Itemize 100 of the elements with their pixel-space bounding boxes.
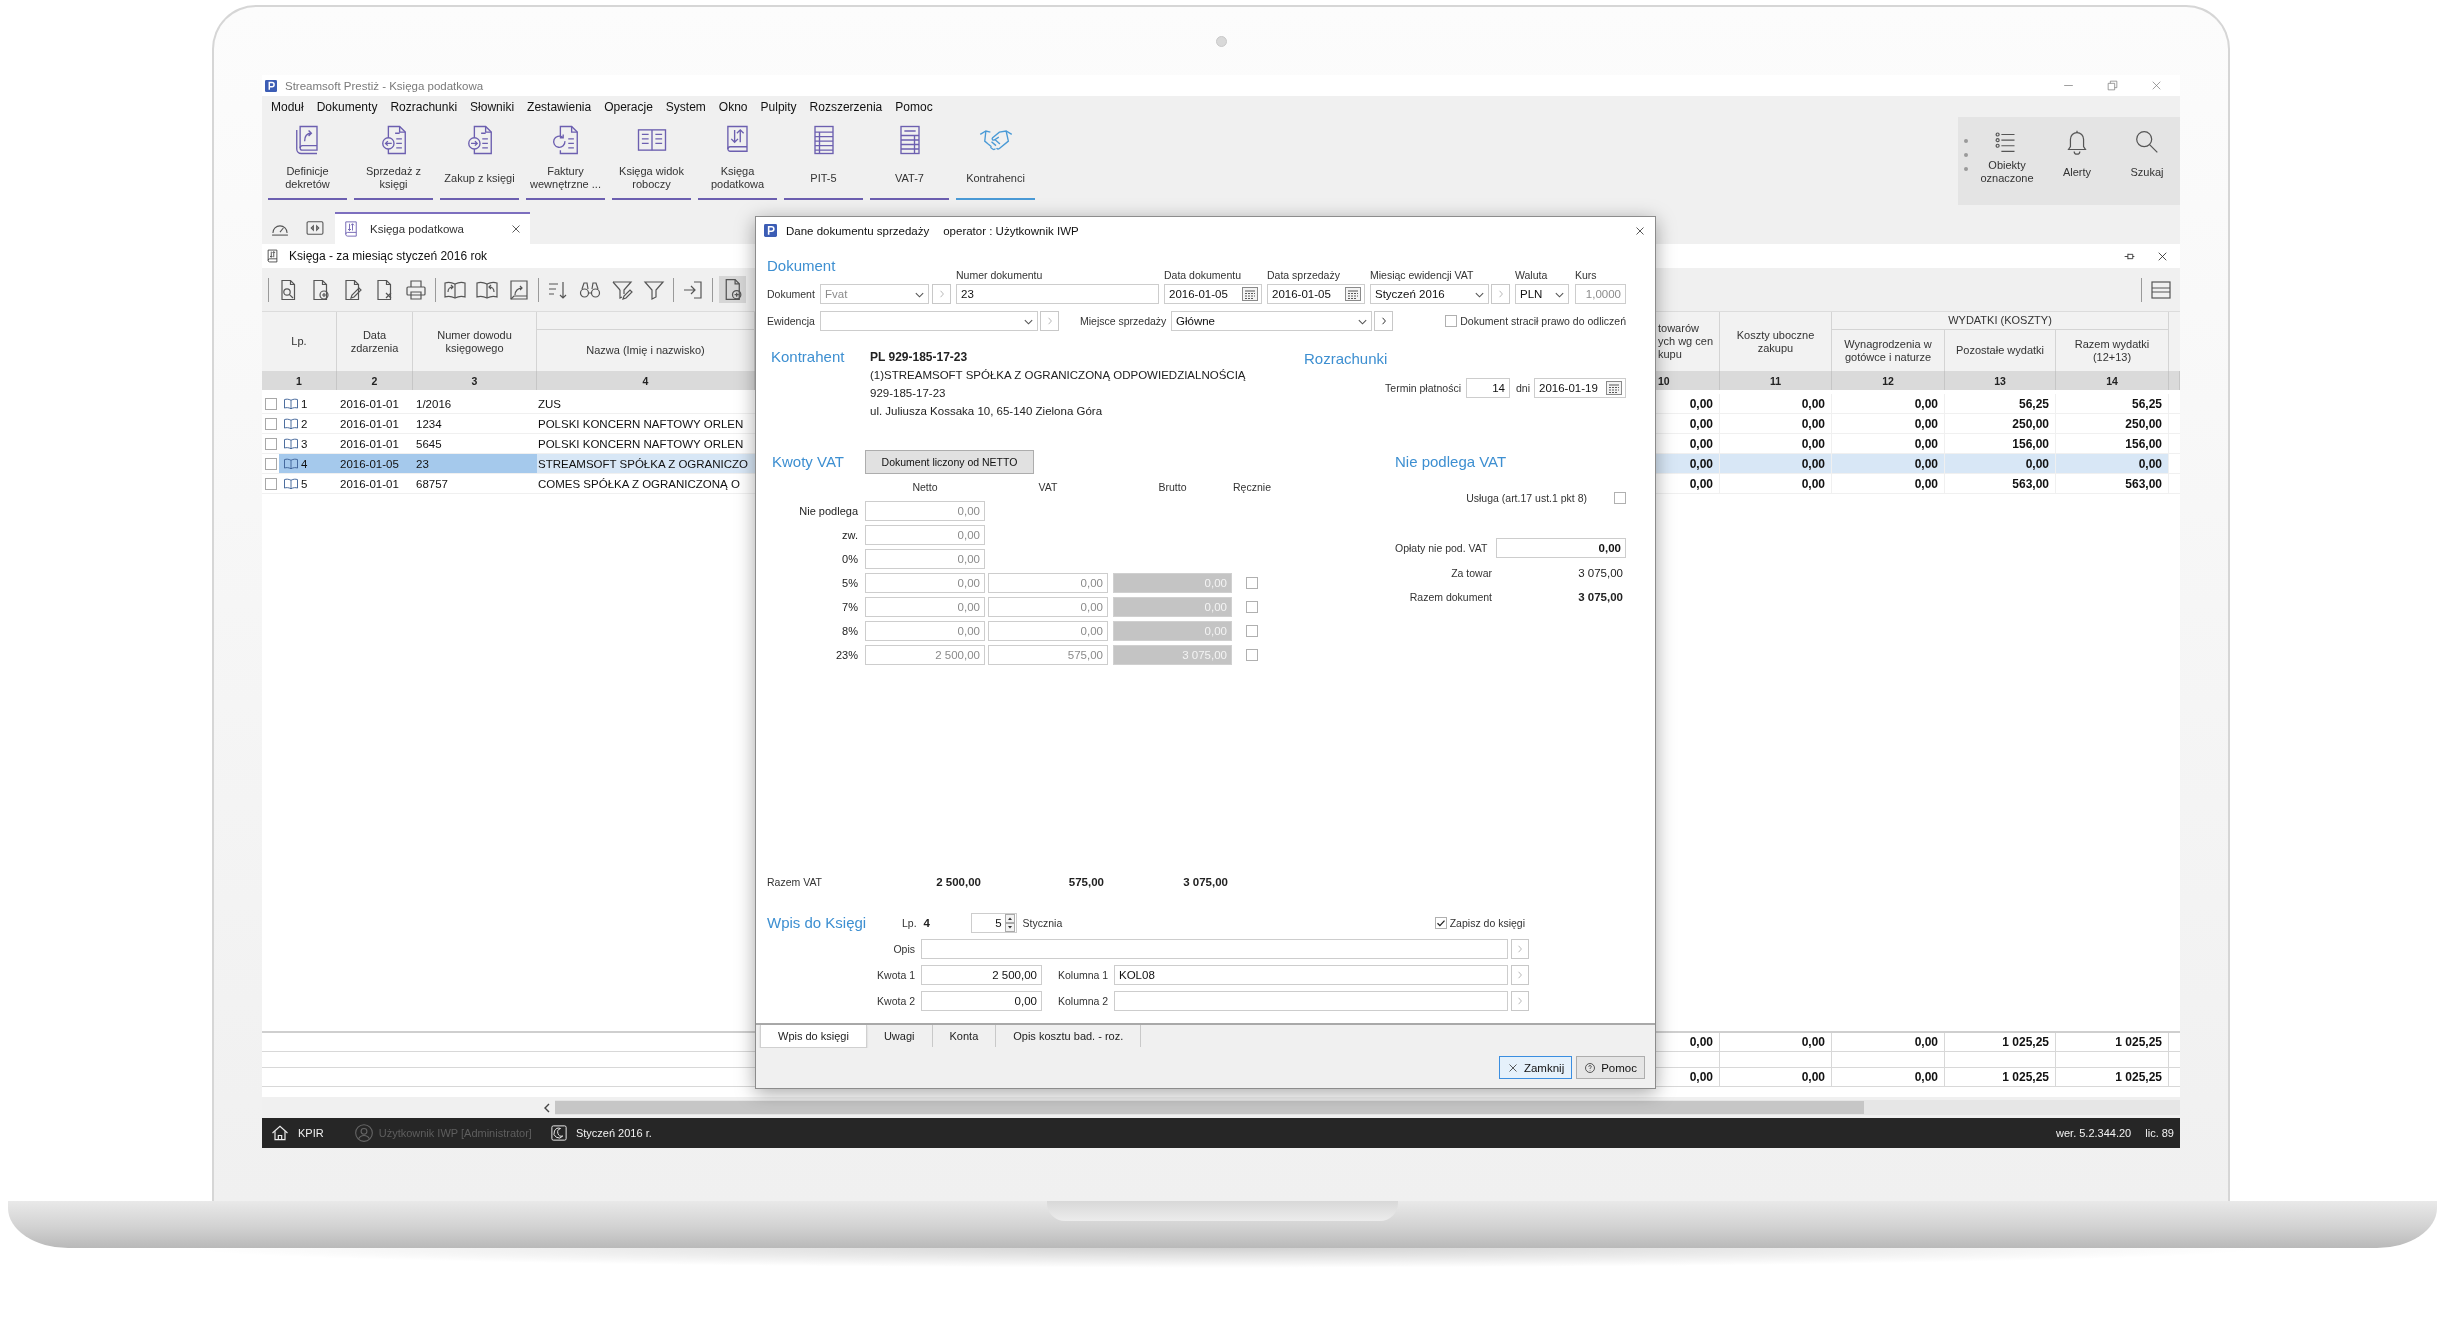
- date-field[interactable]: 2016-01-19: [1534, 378, 1626, 398]
- checkbox[interactable]: [265, 397, 277, 410]
- input-field[interactable]: KOL08: [1114, 965, 1508, 985]
- document-plus-icon[interactable]: [719, 276, 746, 303]
- menu-item[interactable]: Okno: [718, 99, 748, 114]
- table-cell[interactable]: 2016-01-01: [337, 474, 413, 494]
- checkbox[interactable]: [1246, 625, 1258, 637]
- tab[interactable]: Uwagi: [866, 1025, 933, 1047]
- lookup-button[interactable]: [1374, 311, 1393, 331]
- ribbon-button[interactable]: Księga widok roboczy: [612, 120, 691, 200]
- register-combo[interactable]: [820, 311, 1038, 331]
- home-icon[interactable]: [270, 1123, 290, 1143]
- ribbon-button[interactable]: Kontrahenci: [956, 120, 1035, 200]
- webcam-icon: [1215, 35, 1227, 47]
- table-cell[interactable]: 2016-01-05: [337, 454, 413, 474]
- ribbon-button[interactable]: Obiekty oznaczone: [1974, 117, 2040, 201]
- menu-item[interactable]: Moduł: [271, 99, 304, 114]
- net-amount-field[interactable]: 0,00: [865, 597, 985, 617]
- table-cell[interactable]: 2016-01-01: [337, 394, 413, 414]
- menu-item[interactable]: System: [665, 99, 706, 114]
- ribbon-button[interactable]: PIT-5: [784, 120, 863, 200]
- input-field[interactable]: 0,00: [1496, 538, 1626, 558]
- net-amount-field[interactable]: 0,00: [865, 573, 985, 593]
- vat-amount-field[interactable]: 0,00: [988, 597, 1108, 617]
- calendar-icon[interactable]: [1606, 381, 1622, 395]
- input-field[interactable]: [1114, 991, 1508, 1011]
- field-label: Dokument: [767, 288, 816, 300]
- tab[interactable]: Wpis do księgi: [760, 1025, 867, 1048]
- input-field[interactable]: 14: [1466, 378, 1510, 398]
- checkbox[interactable]: [1434, 917, 1447, 929]
- table-cell[interactable]: 2016-01-01: [337, 414, 413, 434]
- input-field[interactable]: 2 500,00: [921, 965, 1042, 985]
- vat-amount-field[interactable]: 575,00: [988, 645, 1108, 665]
- dialog-button[interactable]: Pomoc: [1576, 1056, 1645, 1079]
- menu-item[interactable]: Operacje: [604, 99, 653, 114]
- checkbox[interactable]: [265, 437, 277, 450]
- ribbon-button[interactable]: Alerty: [2044, 117, 2110, 201]
- ribbon-button[interactable]: Szukaj: [2114, 117, 2180, 201]
- restore-icon[interactable]: [2106, 79, 2119, 92]
- menu-item[interactable]: Dokumenty: [316, 99, 378, 114]
- tab[interactable]: Opis kosztu bad. - roz.: [996, 1025, 1142, 1047]
- ribbon-button[interactable]: VAT-7: [870, 120, 949, 200]
- vat-rate-label: 7%: [841, 601, 858, 613]
- field-label: Kurs: [1575, 269, 1598, 282]
- sale-place-combo[interactable]: Główne: [1171, 311, 1372, 331]
- date-field[interactable]: 2016-01-05: [1164, 284, 1262, 304]
- net-amount-field[interactable]: 2 500,00: [865, 645, 985, 665]
- checkbox[interactable]: [1246, 649, 1258, 661]
- checkbox[interactable]: [1614, 492, 1626, 504]
- day-spin-field[interactable]: 5: [970, 913, 1017, 933]
- checkbox[interactable]: [1246, 601, 1258, 613]
- table-cell: 0,00: [1832, 414, 1945, 434]
- net-amount-field[interactable]: 0,00: [865, 549, 985, 569]
- scrollbar-thumb[interactable]: [555, 1101, 1864, 1114]
- checkbox[interactable]: [1445, 315, 1458, 327]
- ribbon-button[interactable]: Faktury wewnętrzne ...: [526, 120, 605, 200]
- panel-arrows-icon[interactable]: [305, 218, 325, 238]
- table-cell: 4: [299, 454, 337, 473]
- calendar-icon[interactable]: [1242, 287, 1258, 301]
- mode-button[interactable]: Dokument liczony od NETTO: [865, 450, 1034, 474]
- ribbon-button[interactable]: Zakup z księgi: [440, 120, 519, 200]
- window-title: Streamsoft Prestiż - Księga podatkowa: [285, 79, 484, 92]
- checkbox[interactable]: [265, 457, 277, 470]
- close-icon[interactable]: [510, 223, 522, 235]
- spin-arrows-icon[interactable]: [1004, 914, 1015, 932]
- table-cell: STREAMSOFT SPÓŁKA Z OGRANICZO: [537, 454, 755, 474]
- menu-item[interactable]: Zestawienia: [527, 99, 592, 114]
- menu-item[interactable]: Pulpity: [760, 99, 797, 114]
- document-tab[interactable]: Księga podatkowa: [335, 212, 530, 244]
- menu-item[interactable]: Słowniki: [470, 99, 515, 114]
- currency-combo[interactable]: PLN: [1515, 284, 1569, 304]
- column-group-header: WYDATKI (KOSZTY): [1832, 312, 2169, 330]
- input-field[interactable]: 23: [956, 284, 1159, 304]
- net-amount-field[interactable]: 0,00: [865, 501, 985, 521]
- scrollbar-track[interactable]: [555, 1100, 2180, 1115]
- vat-amount-field[interactable]: 0,00: [988, 573, 1108, 593]
- tab[interactable]: Konta: [932, 1025, 997, 1047]
- date-field[interactable]: 2016-01-05: [1267, 284, 1365, 304]
- vat-amount-field[interactable]: 0,00: [988, 621, 1108, 641]
- checkbox[interactable]: [265, 417, 277, 430]
- month-combo[interactable]: Styczeń 2016: [1370, 284, 1489, 304]
- net-amount-field[interactable]: 0,00: [865, 525, 985, 545]
- close-icon[interactable]: [1634, 224, 1646, 237]
- dialog-button[interactable]: Zamknij: [1498, 1056, 1573, 1079]
- checkbox[interactable]: [1246, 577, 1258, 589]
- menu-item[interactable]: Pomoc: [895, 99, 933, 114]
- input-field[interactable]: 0,00: [921, 991, 1042, 1011]
- checkbox[interactable]: [265, 477, 277, 490]
- menu-item[interactable]: Rozszerzenia: [809, 99, 883, 114]
- amount-value: 3 075,00: [1577, 567, 1624, 579]
- ribbon-button[interactable]: Sprzedaż z księgi: [354, 120, 433, 200]
- menu-item[interactable]: Rozrachunki: [390, 99, 458, 114]
- calendar-icon[interactable]: [1345, 287, 1361, 301]
- input-field[interactable]: [921, 939, 1508, 959]
- ribbon-button[interactable]: Księga podatkowa: [698, 120, 777, 200]
- moon-calendar-icon[interactable]: [549, 1124, 568, 1142]
- field-label: Waluta: [1515, 269, 1549, 282]
- net-amount-field[interactable]: 0,00: [865, 621, 985, 641]
- ribbon-button[interactable]: Definicje dekretów: [268, 120, 347, 200]
- total-value: 575,00: [1067, 876, 1105, 888]
